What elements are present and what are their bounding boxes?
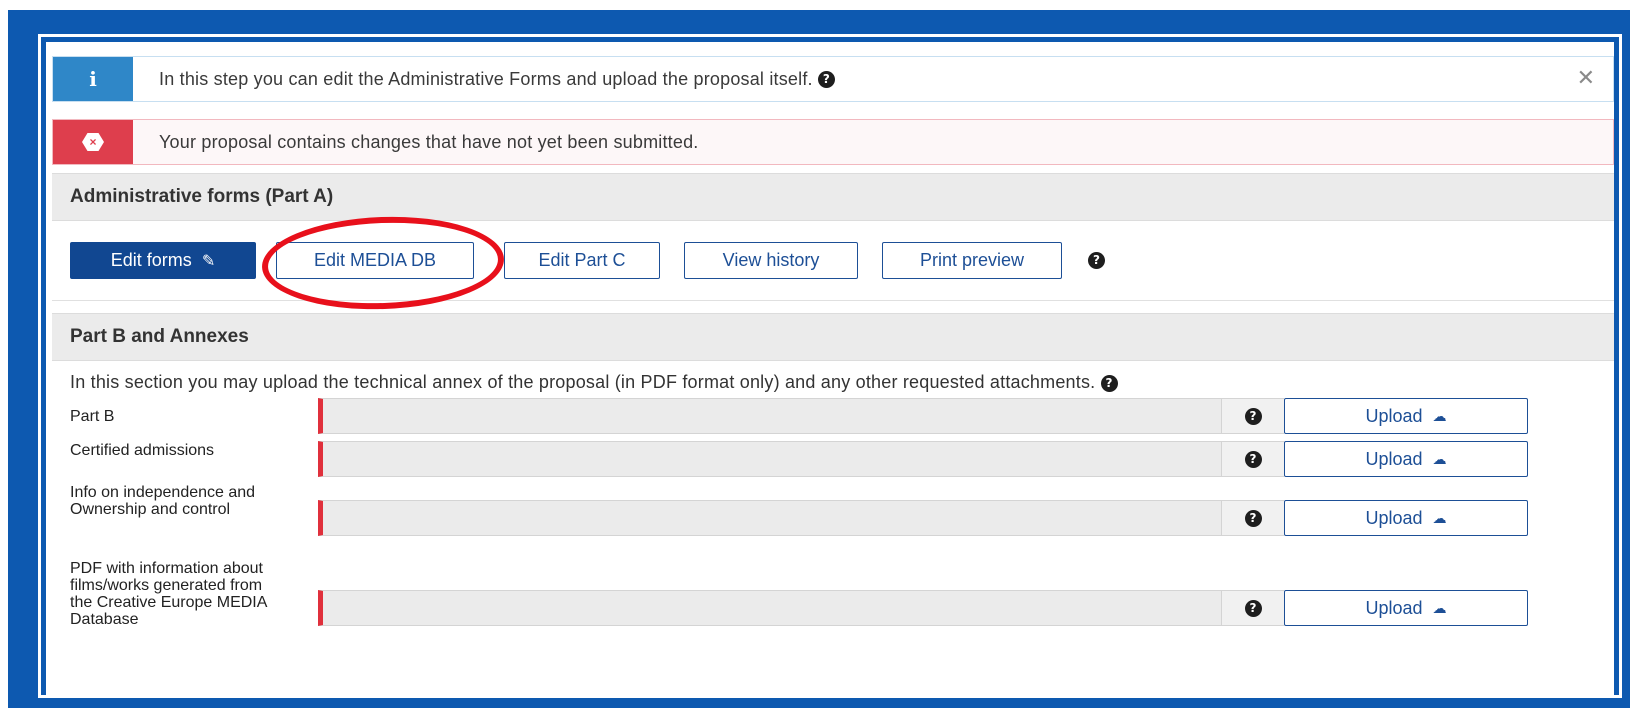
edit-forms-label: Edit forms xyxy=(110,250,192,270)
help-icon[interactable]: ? xyxy=(1244,599,1262,617)
view-history-button[interactable]: View history xyxy=(684,242,858,279)
help-icon[interactable]: ? xyxy=(1100,374,1118,392)
error-alert-message: Your proposal contains changes that have… xyxy=(159,131,699,152)
file-field[interactable] xyxy=(318,590,1222,626)
upload-label: Upload xyxy=(1365,405,1423,426)
upload-row: Part B ? Upload ☁ xyxy=(70,398,1610,436)
info-alert: i In this step you can edit the Administ… xyxy=(52,56,1614,102)
close-icon[interactable]: ✕ xyxy=(1577,66,1595,91)
upload-label: Upload xyxy=(1365,507,1423,528)
edit-forms-button[interactable]: Edit forms ✎ xyxy=(70,242,256,279)
info-icon: i xyxy=(53,57,133,101)
help-icon[interactable]: ? xyxy=(1088,252,1105,269)
upload-button[interactable]: Upload ☁ xyxy=(1284,500,1528,536)
upload-button[interactable]: Upload ☁ xyxy=(1284,398,1528,434)
proposal-panel: i In this step you can edit the Administ… xyxy=(46,42,1614,696)
upload-button[interactable]: Upload ☁ xyxy=(1284,441,1528,477)
help-icon[interactable]: ? xyxy=(817,71,835,89)
help-icon[interactable]: ? xyxy=(1244,450,1262,468)
row-label: Part B xyxy=(70,408,115,425)
help-cell: ? xyxy=(1222,441,1284,477)
file-field[interactable] xyxy=(318,500,1222,536)
part-b-header: Part B and Annexes xyxy=(52,313,1614,361)
help-cell: ? xyxy=(1222,398,1284,434)
error-icon-box: × xyxy=(53,120,133,164)
edit-media-db-button[interactable]: Edit MEDIA DB xyxy=(276,242,474,279)
cloud-upload-icon: ☁ xyxy=(1432,599,1447,616)
upload-row: Certified admissions ? Upload ☁ xyxy=(70,441,1610,481)
help-icon[interactable]: ? xyxy=(1244,407,1262,425)
error-icon: × xyxy=(82,133,104,151)
file-field[interactable] xyxy=(318,398,1222,434)
row-label: Certified admissions xyxy=(70,442,215,459)
upload-row: PDF with information about films/works g… xyxy=(70,560,1610,664)
file-field[interactable] xyxy=(318,441,1222,477)
help-cell: ? xyxy=(1222,590,1284,626)
upload-label: Upload xyxy=(1365,597,1423,618)
upload-row: Info on independence and Ownership and c… xyxy=(70,484,1610,554)
part-b-description: In this section you may upload the techn… xyxy=(70,372,1118,393)
part-b-description-text: In this section you may upload the techn… xyxy=(70,372,1096,392)
help-cell: ? xyxy=(1222,500,1284,536)
cloud-upload-icon: ☁ xyxy=(1432,450,1447,467)
edit-part-c-button[interactable]: Edit Part C xyxy=(504,242,660,279)
error-alert: × Your proposal contains changes that ha… xyxy=(52,119,1614,165)
row-label: PDF with information about films/works g… xyxy=(70,560,267,628)
row-label: Info on independence and Ownership and c… xyxy=(70,484,256,518)
print-preview-button[interactable]: Print preview xyxy=(882,242,1062,279)
part-a-toolbar: Edit forms ✎ Edit MEDIA DB Edit Part C V… xyxy=(52,242,1614,304)
cloud-upload-icon: ☁ xyxy=(1432,407,1447,424)
pencil-icon: ✎ xyxy=(201,252,216,270)
upload-label: Upload xyxy=(1365,448,1423,469)
divider xyxy=(52,300,1614,301)
help-icon[interactable]: ? xyxy=(1244,509,1262,527)
cloud-upload-icon: ☁ xyxy=(1432,509,1447,526)
part-a-header: Administrative forms (Part A) xyxy=(52,173,1614,221)
info-alert-message: In this step you can edit the Administra… xyxy=(159,68,813,89)
info-alert-text: In this step you can edit the Administra… xyxy=(159,69,835,90)
upload-button[interactable]: Upload ☁ xyxy=(1284,590,1528,626)
